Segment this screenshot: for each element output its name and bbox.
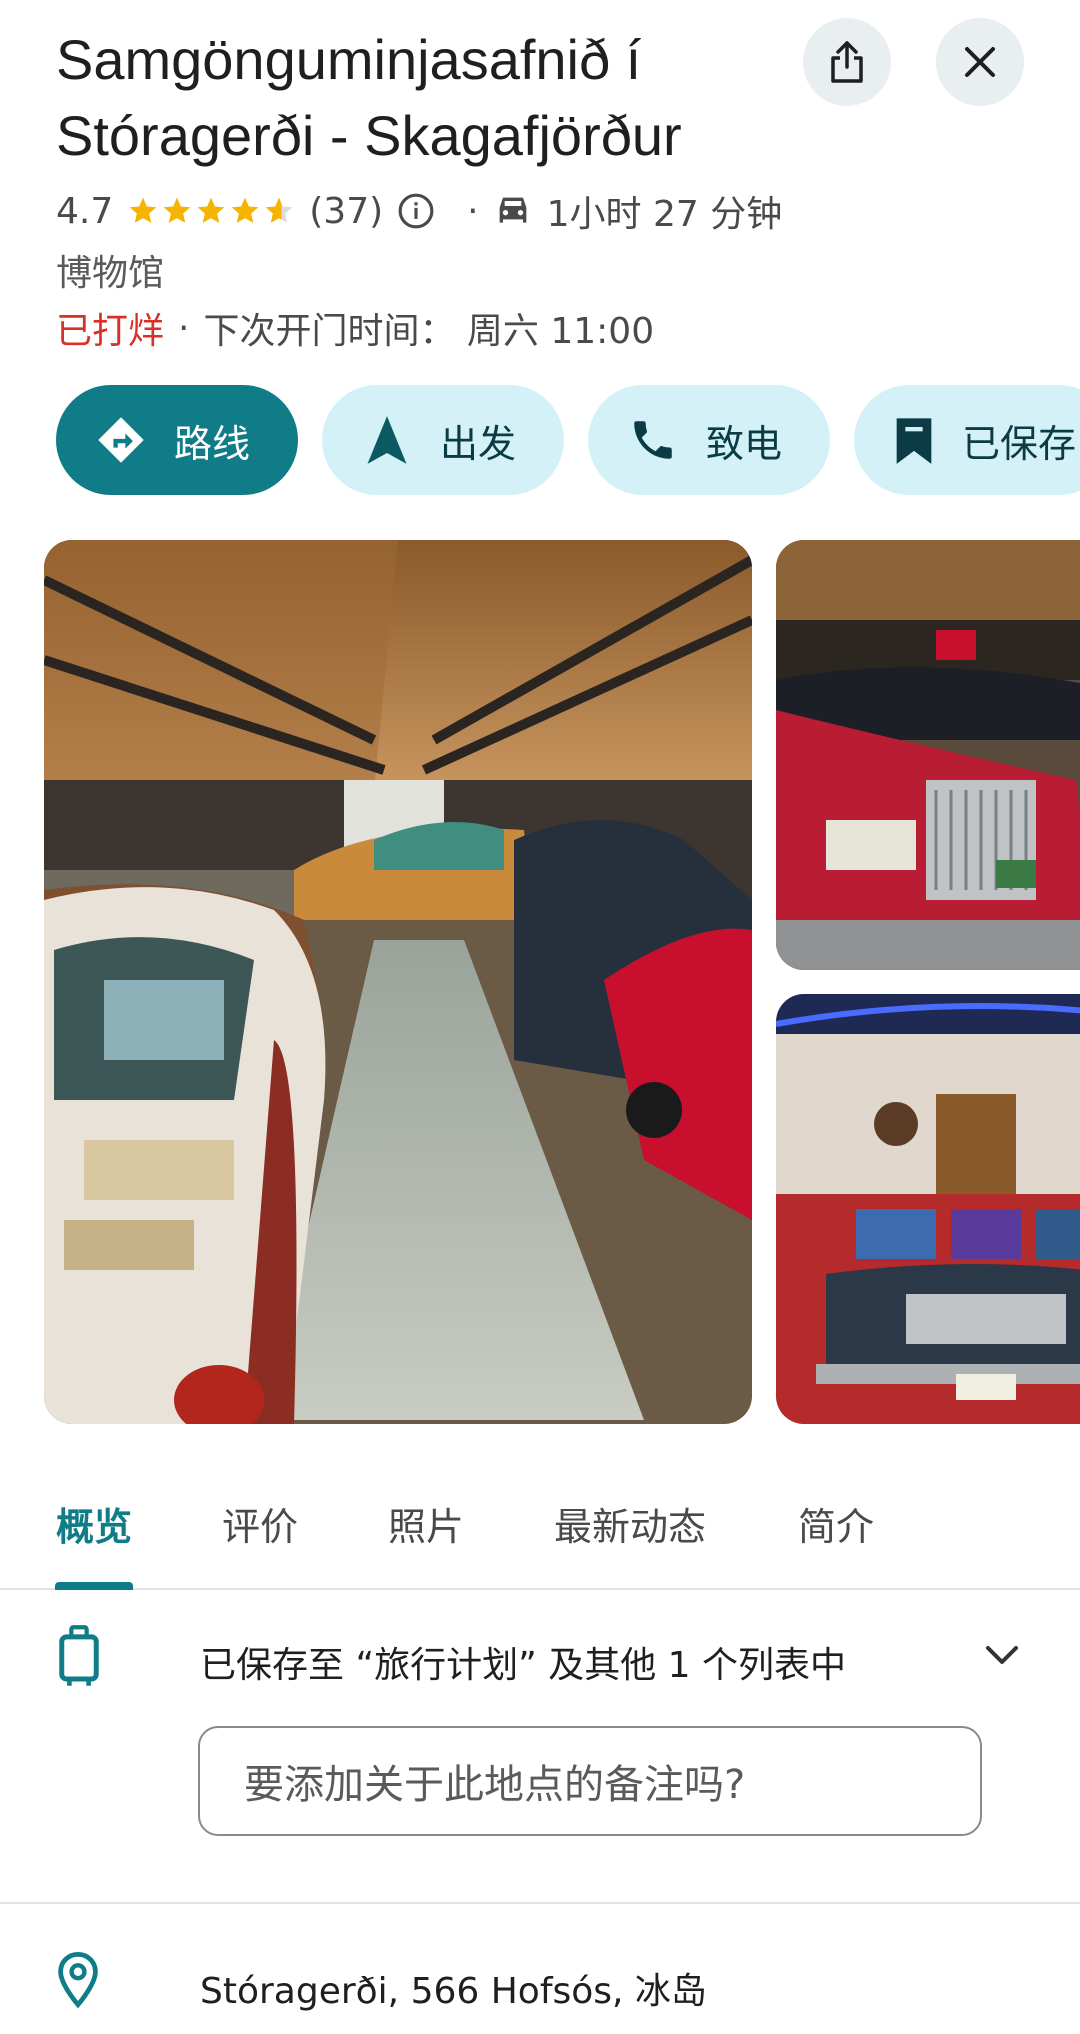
address-row[interactable]: Stóragerði, 566 Hofsós, 冰岛: [0, 1950, 1080, 2030]
share-icon: [831, 41, 863, 83]
saved-lists-text: 已保存至 “旅行计划” 及其他 1 个列表中: [200, 1645, 846, 1686]
place-category: 博物馆: [56, 253, 165, 294]
address-text: Stóragerði, 566 Hofsós, 冰岛: [200, 1971, 707, 2012]
call-label: 致电: [706, 421, 783, 466]
location-pin-icon: [56, 1950, 100, 2014]
tab-reviews[interactable]: 评价: [222, 1496, 298, 1551]
action-chips: 路线 出发 致电 已保存: [56, 385, 1080, 495]
saved-button[interactable]: 已保存: [854, 385, 1080, 495]
bookmark-icon: [892, 413, 936, 467]
star-half-icon: [265, 197, 293, 223]
rating-stars: [127, 195, 297, 227]
star-icon: [231, 197, 259, 223]
drive-time: 1小时 27 分钟: [546, 194, 783, 235]
rating-row: 4.7 (37) · 1小时 27 分钟: [56, 184, 782, 238]
active-tab-indicator: [55, 1582, 133, 1590]
review-count[interactable]: (37): [309, 191, 383, 232]
tab-bar: 概览 评价 照片 最新动态 简介: [0, 1472, 1080, 1590]
separator-dot: ·: [178, 307, 190, 349]
start-navigation-button[interactable]: 出发: [322, 385, 564, 495]
share-button[interactable]: [803, 18, 891, 106]
next-open-time: 下次开门时间： 周六 11:00: [203, 311, 655, 352]
tab-updates[interactable]: 最新动态: [554, 1496, 706, 1551]
hours-row[interactable]: 已打烊 · 下次开门时间： 周六 11:00: [56, 302, 654, 354]
directions-label: 路线: [174, 421, 251, 466]
close-icon: [965, 47, 995, 77]
phone-icon: [626, 413, 680, 467]
saved-label: 已保存: [962, 421, 1077, 466]
navigation-arrow-icon: [360, 413, 414, 467]
info-icon[interactable]: [397, 192, 435, 230]
tab-overview[interactable]: 概览: [56, 1496, 132, 1551]
rating-value: 4.7: [56, 190, 114, 232]
star-icon: [197, 197, 225, 223]
directions-button[interactable]: 路线: [56, 385, 298, 495]
tab-about[interactable]: 简介: [798, 1496, 874, 1551]
close-button[interactable]: [936, 18, 1024, 106]
place-sheet: Samgönguminjasafnið í Stóragerði - Skaga…: [0, 0, 1080, 2034]
star-icon: [129, 197, 157, 223]
add-note-field[interactable]: 要添加关于此地点的备注吗?: [198, 1726, 982, 1836]
luggage-icon: [56, 1624, 102, 1694]
saved-lists-row[interactable]: 已保存至 “旅行计划” 及其他 1 个列表中: [0, 1620, 1080, 1700]
car-icon: [493, 194, 533, 228]
photo-gallery: [0, 540, 1080, 1424]
tab-photos[interactable]: 照片: [388, 1496, 464, 1551]
separator-dot: ·: [467, 190, 479, 232]
add-note-placeholder: 要添加关于此地点的备注吗?: [244, 1762, 746, 1808]
section-divider: [0, 1902, 1080, 1904]
star-icon: [163, 197, 191, 223]
photo-main-garage-cars[interactable]: [44, 540, 752, 1424]
photo-red-cadillac[interactable]: [776, 540, 1080, 970]
status-closed: 已打烊: [56, 311, 165, 352]
directions-icon: [94, 413, 148, 467]
call-button[interactable]: 致电: [588, 385, 830, 495]
place-title: Samgönguminjasafnið í Stóragerði - Skaga…: [56, 28, 682, 167]
photo-diner-display[interactable]: [776, 994, 1080, 1424]
chevron-down-icon[interactable]: [982, 1640, 1022, 1674]
start-label: 出发: [440, 421, 517, 466]
